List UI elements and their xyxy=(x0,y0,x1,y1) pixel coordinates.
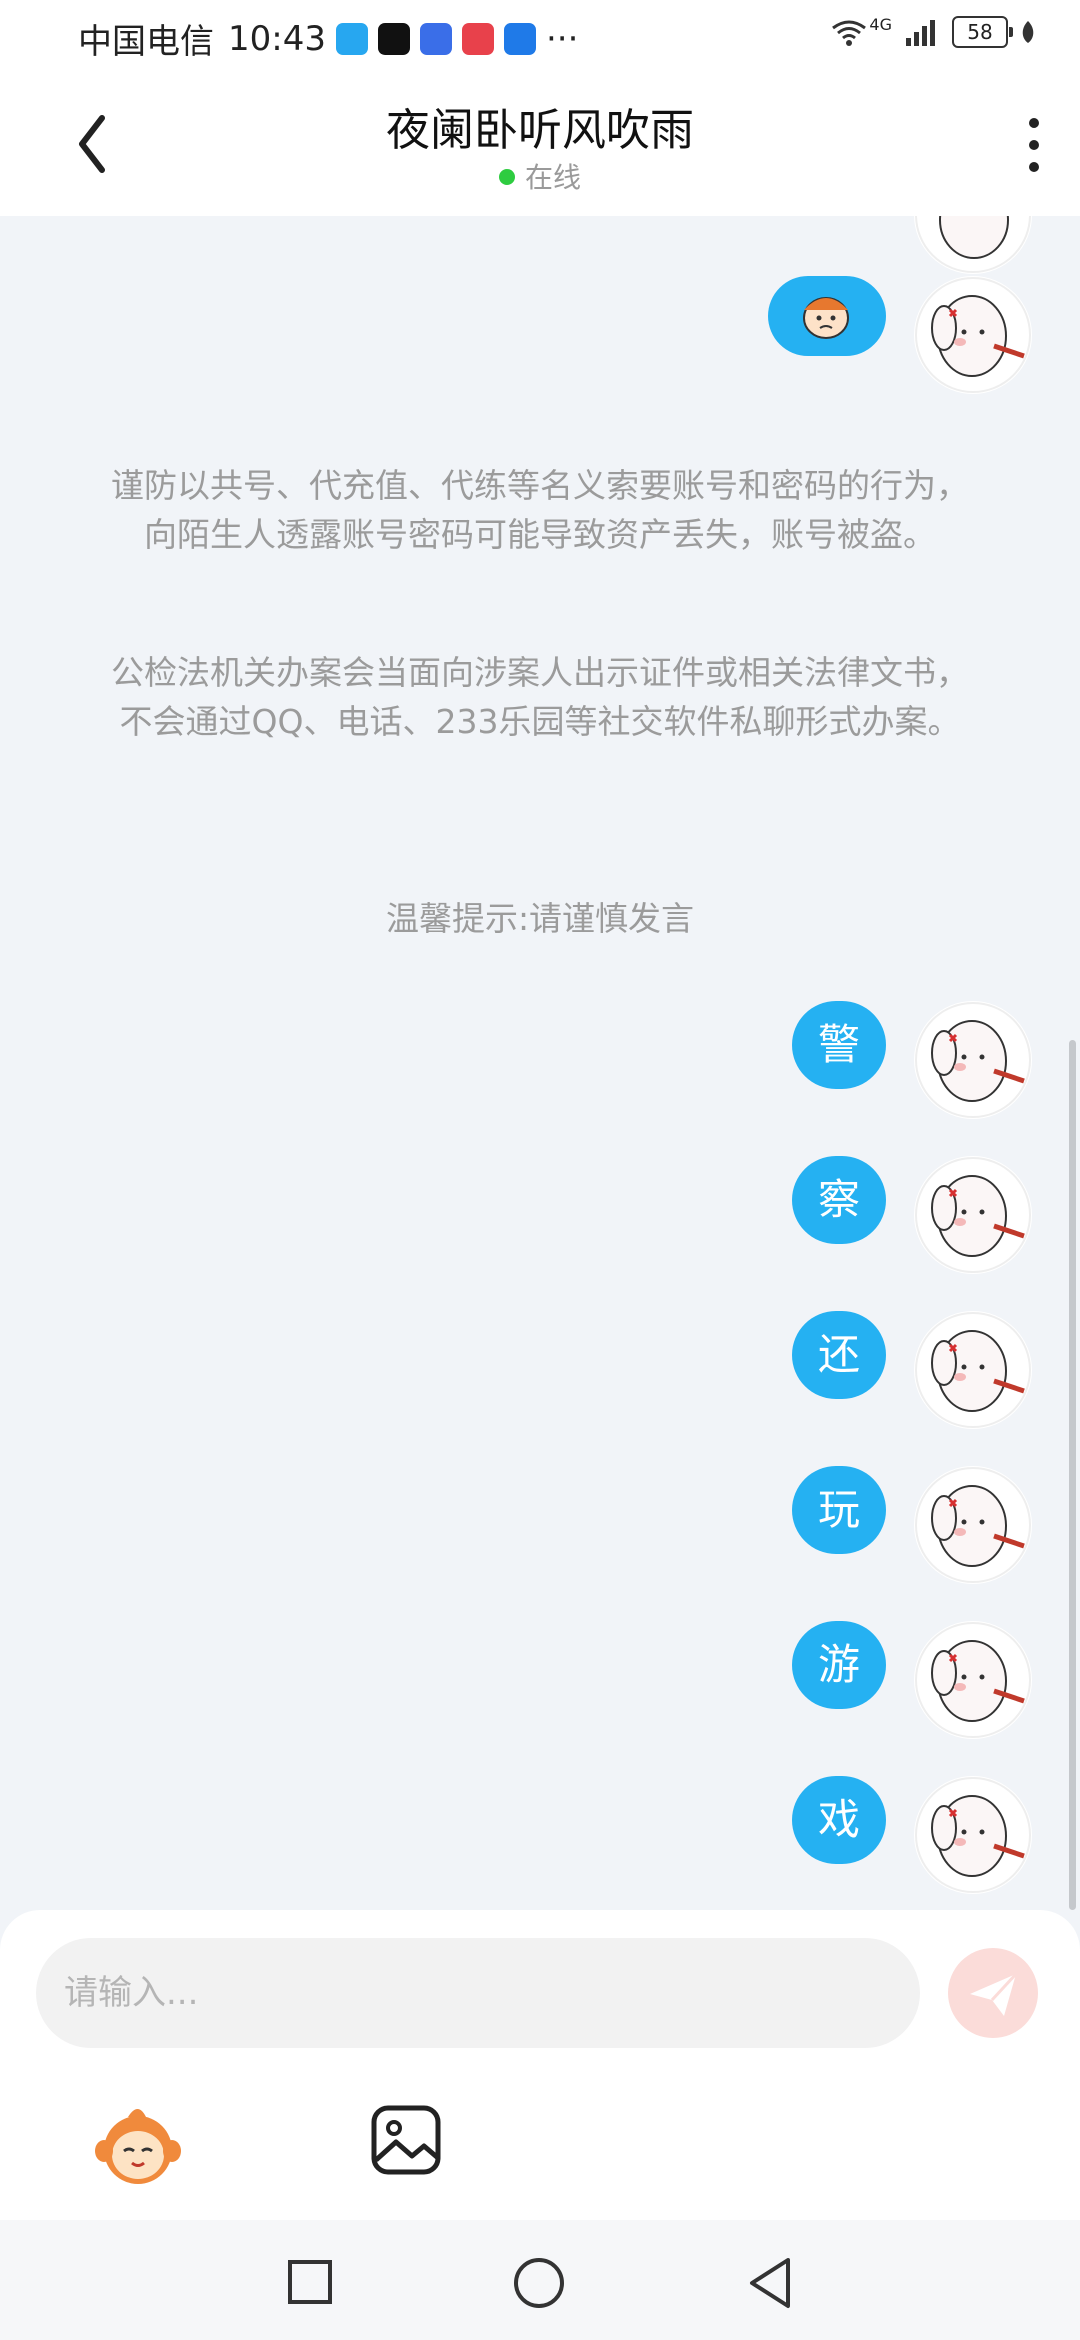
baidu-app-icon xyxy=(419,22,452,55)
chat-area[interactable]: 谨防以共号、代充值、代练等名义索要账号和密码的行为，向陌生人透露账号密码可能导致… xyxy=(0,216,1080,1912)
carrier-label: 中国电信 xyxy=(78,22,214,62)
emoji-face-icon[interactable] xyxy=(88,2095,188,2195)
system-nav-bar xyxy=(0,2220,1080,2340)
leaf-icon xyxy=(1022,21,1034,43)
back-nav-button[interactable] xyxy=(744,2254,798,2312)
presence-status: 在线 xyxy=(0,156,1080,196)
send-button[interactable] xyxy=(948,1948,1038,2038)
message-bubble[interactable]: 玩 xyxy=(792,1466,886,1554)
avatar[interactable] xyxy=(914,1156,1032,1274)
image-icon[interactable] xyxy=(366,2100,446,2180)
bulb-app-icon xyxy=(503,22,536,55)
chat-header: 夜阑卧听风吹雨 在线 xyxy=(0,72,1080,216)
security-notice: 谨防以共号、代充值、代练等名义索要账号和密码的行为，向陌生人透露账号密码可能导致… xyxy=(111,466,969,554)
clock: 10:43 xyxy=(228,18,326,59)
contact-name: 夜阑卧听风吹雨 xyxy=(386,105,694,156)
chat-scrollbar[interactable] xyxy=(1069,1040,1076,1910)
avatar[interactable] xyxy=(914,1311,1032,1429)
status-bar: 中国电信 10:43 ··· 4G 58 xyxy=(0,0,1080,72)
more-options-button[interactable] xyxy=(1024,118,1044,178)
police-notice: 公检法机关办案会当面向涉案人出示证件或相关法律文书，不会通过QQ、电话、233乐… xyxy=(111,653,969,741)
message-bubble[interactable]: 戏 xyxy=(792,1776,886,1864)
battery-level: 58 xyxy=(967,20,993,44)
tiktok-app-icon xyxy=(377,22,410,55)
wifi-icon xyxy=(832,20,867,46)
avatar[interactable] xyxy=(914,276,1032,394)
paper-plane-icon xyxy=(970,1972,1018,2016)
composer xyxy=(0,1910,1080,2220)
message-bubble[interactable]: 察 xyxy=(792,1156,886,1244)
message-input[interactable] xyxy=(36,1938,920,2048)
home-button[interactable] xyxy=(512,2256,566,2310)
message-bubble[interactable]: 警 xyxy=(792,1001,886,1089)
avatar[interactable] xyxy=(914,1776,1032,1894)
message-bubble[interactable]: 还 xyxy=(792,1311,886,1399)
avatar[interactable] xyxy=(914,1621,1032,1739)
signal-icon xyxy=(906,20,935,46)
search-app-icon xyxy=(335,22,368,55)
presence-label: 在线 xyxy=(524,161,581,194)
avatar[interactable] xyxy=(914,216,1032,274)
message-bubble[interactable]: 游 xyxy=(792,1621,886,1709)
network-type: 4G xyxy=(869,14,892,34)
online-dot-icon xyxy=(498,169,515,185)
avatar[interactable] xyxy=(914,1001,1032,1119)
caution-tip: 温馨提示:请谨慎发言 xyxy=(385,899,695,938)
avatar[interactable] xyxy=(914,1466,1032,1584)
book-app-icon xyxy=(461,22,494,55)
sticker-message[interactable] xyxy=(768,276,886,356)
battery-icon: 58 xyxy=(952,16,1013,48)
recents-button[interactable] xyxy=(286,2258,334,2306)
sticker-face-icon xyxy=(803,297,849,339)
more-notifications-icon: ··· xyxy=(545,18,579,59)
